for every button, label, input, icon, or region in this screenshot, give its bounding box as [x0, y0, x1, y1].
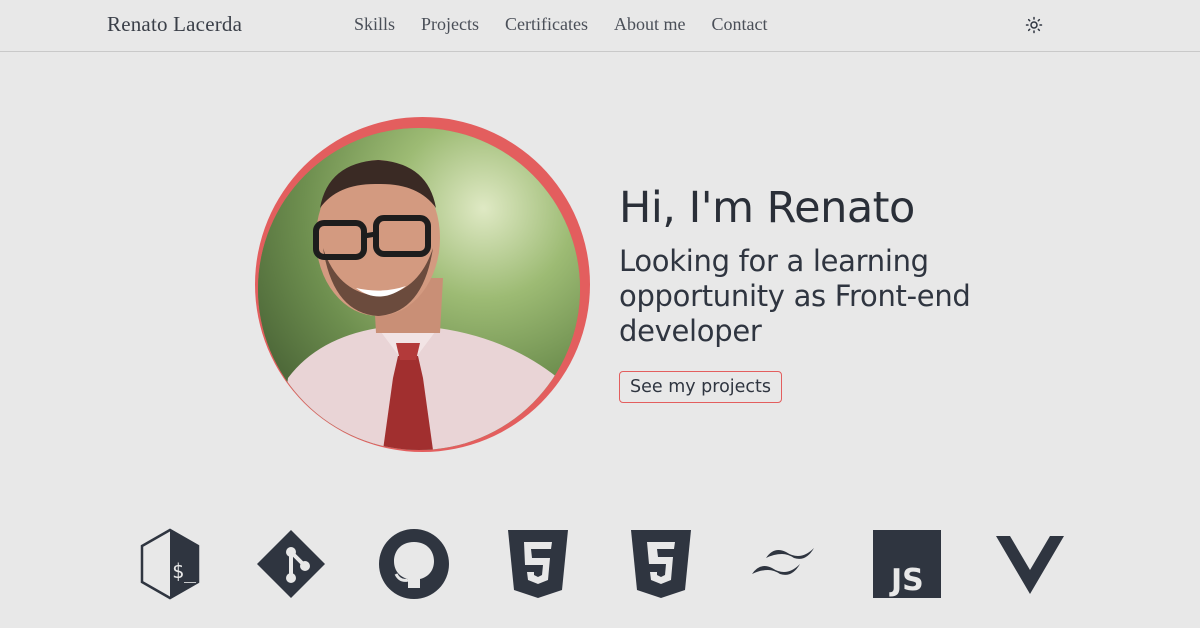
nav-menu: Skills Projects Certificates About me Co… — [354, 14, 768, 35]
avatar — [258, 128, 580, 450]
tech-stack: $_ JS — [0, 528, 1200, 600]
hero-title: Hi, I'm Renato — [619, 183, 915, 233]
nav-certificates[interactable]: Certificates — [505, 14, 588, 34]
profile-photo — [258, 128, 580, 450]
bash-icon: $_ — [140, 528, 200, 600]
vue-icon — [996, 536, 1064, 594]
sun-icon — [1025, 16, 1043, 34]
svg-text:$_: $_ — [172, 559, 197, 583]
nav-about-me[interactable]: About me — [614, 14, 686, 34]
navbar: Renato Lacerda Skills Projects Certifica… — [0, 0, 1200, 52]
theme-toggle-button[interactable] — [1024, 15, 1044, 35]
brand-logo[interactable]: Renato Lacerda — [107, 12, 242, 37]
nav-contact[interactable]: Contact — [712, 14, 768, 34]
css3-icon — [631, 530, 691, 598]
git-icon — [257, 530, 325, 598]
nav-projects[interactable]: Projects — [421, 14, 479, 34]
hero-text: Hi, I'm Renato Looking for a learning op… — [619, 182, 1039, 403]
hero-subtitle: Looking for a learning opportunity as Fr… — [619, 244, 971, 348]
nav-skills[interactable]: Skills — [354, 14, 395, 34]
javascript-icon: JS — [873, 530, 941, 598]
html5-icon — [508, 530, 568, 598]
svg-text:JS: JS — [889, 563, 924, 598]
tailwind-icon — [752, 548, 814, 575]
github-icon — [379, 529, 449, 599]
see-projects-button[interactable]: See my projects — [619, 371, 783, 403]
